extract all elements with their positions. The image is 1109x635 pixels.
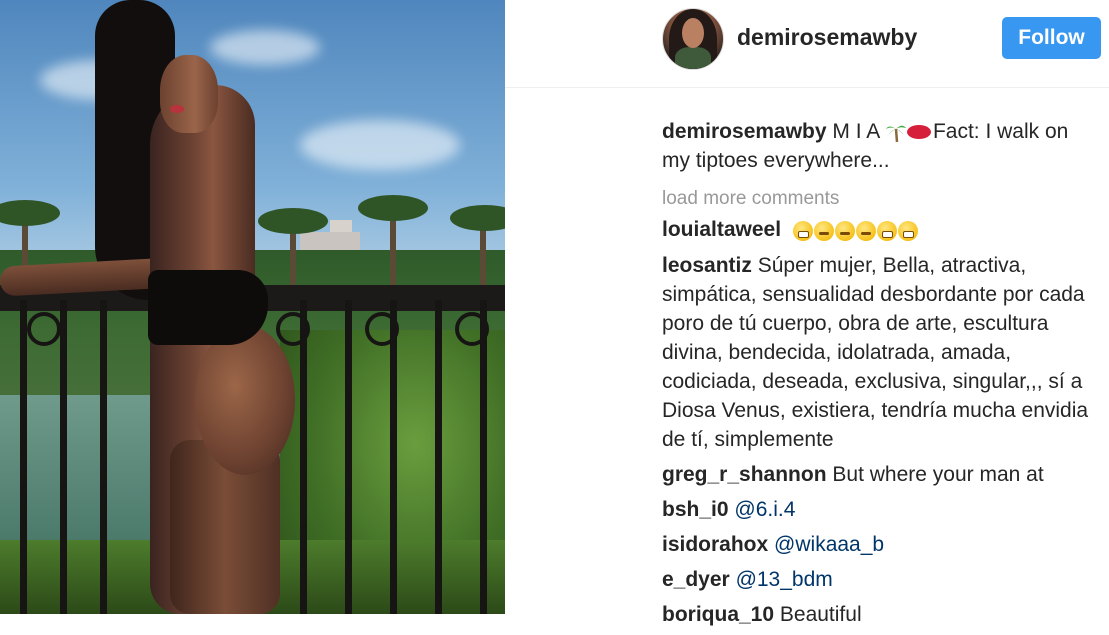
comment: bsh_i0 @6.i.4 [662,495,1102,524]
railing-scroll [455,312,489,346]
comment-mention-link[interactable]: @13_bdm [736,568,833,591]
grinning-face-emoji-icon [792,221,813,242]
comment: boriqua_10 Beautiful [662,600,1102,629]
railing-bar [390,300,397,614]
header-divider [505,87,1109,88]
comment: isidorahox @wikaaa_b [662,530,1102,559]
comments-list: demirosemawby M I A Fact: I walk on my t… [662,117,1102,635]
kiss-lips-emoji-icon [906,125,931,140]
palm-frond [0,200,60,226]
comment-username[interactable]: louialtaweel [662,218,781,241]
post-photo[interactable] [0,0,505,614]
figure-face [160,55,218,133]
caption-text-before: M I A [832,120,880,143]
palm-frond [450,205,505,231]
cloud [210,30,320,65]
neutral-face-emoji-icon [813,221,834,242]
comment-mention-link[interactable]: @wikaaa_b [774,533,884,556]
comment-username[interactable]: bsh_i0 [662,498,729,521]
railing-scroll [365,312,399,346]
railing-bar [480,300,487,614]
neutral-face-emoji-icon [855,221,876,242]
comment-username[interactable]: leosantiz [662,254,752,277]
comment-mention-link[interactable]: @6.i.4 [734,498,795,521]
railing-bar [345,300,352,614]
avatar-face [682,18,704,48]
figure-lips [170,105,184,113]
comment-text: Súper mujer, Bella, atractiva, simpática… [662,253,1089,451]
comment-text: But where your man at [832,462,1044,486]
load-more-comments-link[interactable]: load more comments [662,187,1102,211]
post-side-panel: demirosemawby Follow demirosemawby M I A… [505,0,1109,626]
comment-text: Beautiful [779,602,862,626]
railing-bar [300,300,307,614]
emoji-row [792,216,919,245]
railing-bar [60,300,67,614]
comment: leosantiz Súper mujer, Bella, atractiva,… [662,251,1102,454]
comment: e_dyer @13_bdm [662,565,1102,594]
comment: greg_r_shannon But where your man at [662,460,1102,489]
post-caption: demirosemawby M I A Fact: I walk on my t… [662,117,1102,175]
cloud [300,120,460,170]
figure-swimsuit [148,270,268,345]
comment-username[interactable]: isidorahox [662,533,768,556]
post-header: demirosemawby Follow [505,0,1109,78]
railing-bar [100,300,107,614]
avatar-body [675,47,711,69]
caption-username[interactable]: demirosemawby [662,120,827,143]
railing-scroll [276,312,310,346]
railing-bar [20,300,27,614]
grinning-face-emoji-icon [876,221,897,242]
comment-username[interactable]: greg_r_shannon [662,463,827,486]
palm-frond [258,208,328,234]
palm-frond [358,195,428,221]
railing-scroll [27,312,61,346]
palm-tree-emoji-icon [885,126,906,143]
instagram-post: demirosemawby Follow demirosemawby M I A… [0,0,1109,626]
grinning-face-emoji-icon [897,221,918,242]
comment: louialtaweel [662,215,1102,245]
neutral-face-emoji-icon [834,221,855,242]
avatar[interactable] [662,8,724,70]
follow-button[interactable]: Follow [1002,17,1101,59]
header-username[interactable]: demirosemawby [737,24,917,51]
comment-username[interactable]: e_dyer [662,568,730,591]
comment-username[interactable]: boriqua_10 [662,603,774,626]
figure-hip [195,325,295,475]
railing-bar [435,300,442,614]
